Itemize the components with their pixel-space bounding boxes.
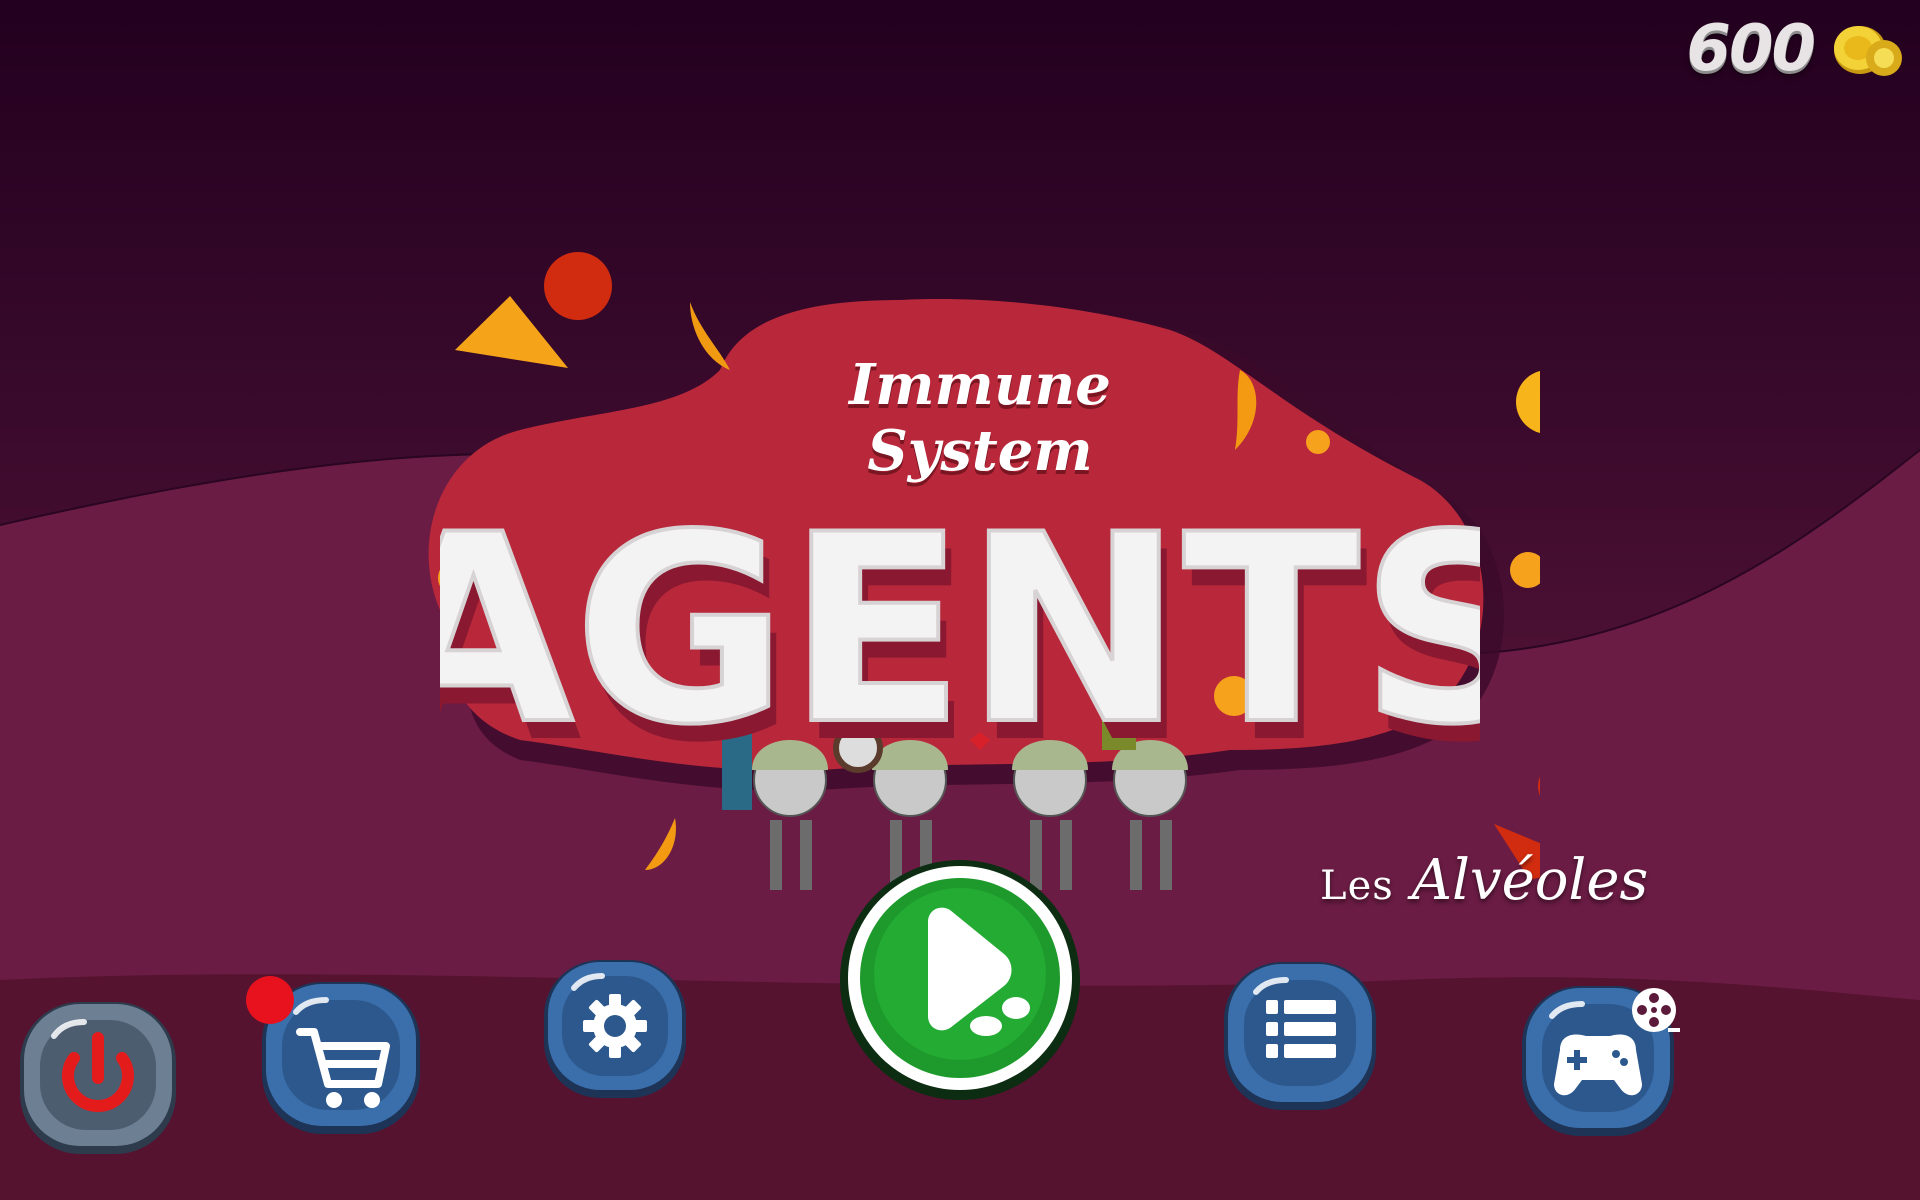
game-title: AGENTS AGENTS [440,478,1480,770]
power-button[interactable] [14,996,182,1160]
notification-badge [246,976,294,1024]
gear-icon [583,994,647,1058]
gold-coins-icon [1834,26,1902,76]
settings-button[interactable] [538,954,692,1104]
levels-button[interactable] [1218,956,1382,1116]
brand-prefix: Les [1320,863,1394,909]
list-icon [1266,1000,1336,1058]
brand-name: Alvéoles [1411,848,1649,913]
play-button[interactable] [836,858,1084,1102]
game-title-text: AGENTS [440,480,1480,770]
coin-count: 600 [1686,12,1816,86]
brand-label: Les Alvéoles [1320,848,1648,913]
film-reel-icon[interactable] [1630,986,1682,1038]
coin-counter: 600 [1686,4,1908,94]
